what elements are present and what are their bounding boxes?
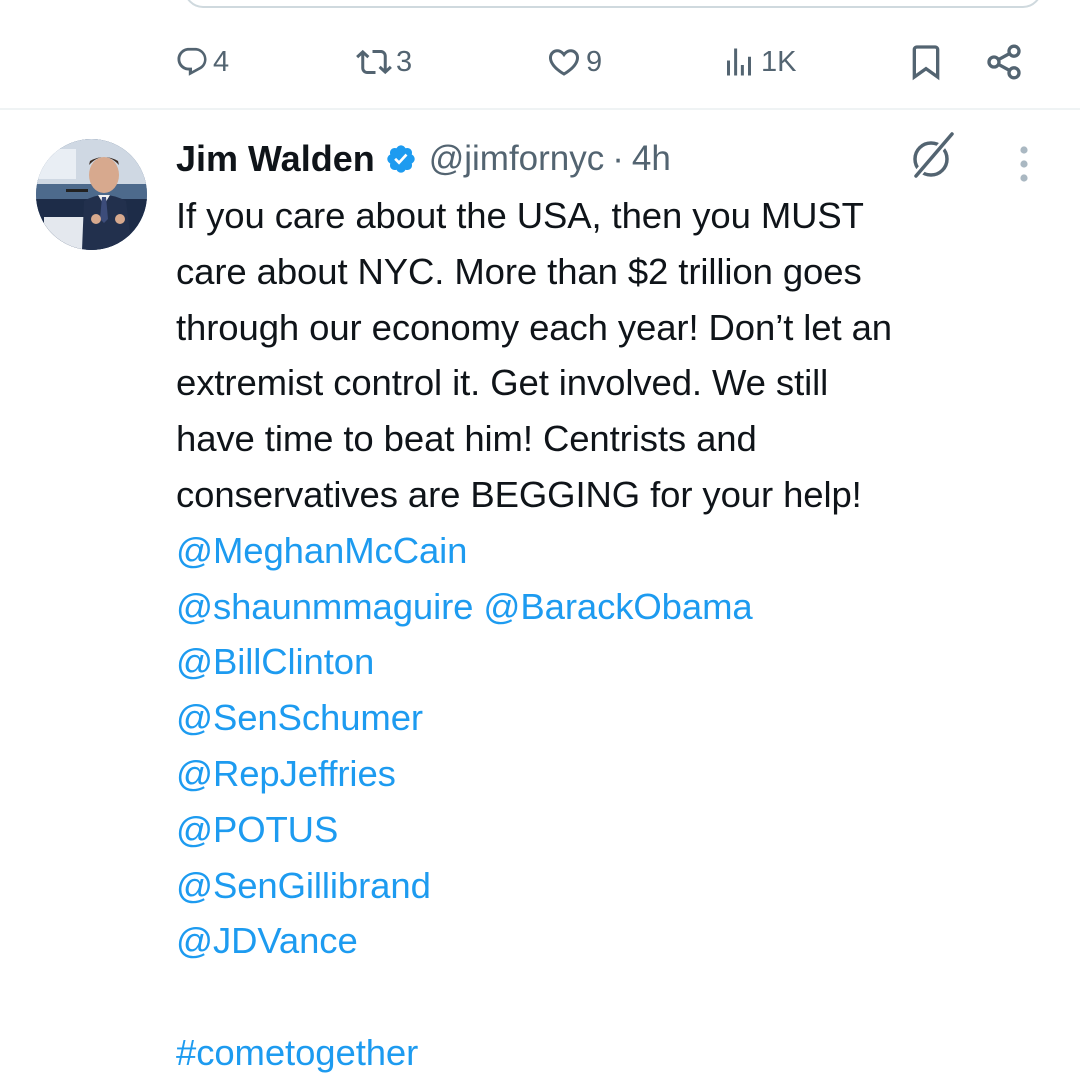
- tweet-text-line: extremist control it. Get involved. We s…: [176, 362, 829, 404]
- mention-link[interactable]: @POTUS: [176, 809, 338, 850]
- tweet-time[interactable]: 4h: [632, 139, 671, 179]
- mention-line: @MeghanMcCain: [176, 523, 1056, 579]
- heart-icon: [546, 44, 582, 80]
- reply-button[interactable]: 4: [175, 30, 229, 94]
- mention-line: @RepJeffries: [176, 746, 1056, 802]
- bookmark-button[interactable]: [906, 30, 946, 94]
- display-name[interactable]: Jim Walden: [176, 138, 375, 180]
- retweet-button[interactable]: 3: [356, 30, 412, 94]
- views-chart-icon: [721, 44, 757, 80]
- tweet-header: Jim Walden @jimfornyc · 4h: [176, 134, 671, 184]
- share-button[interactable]: [984, 30, 1024, 94]
- tweet-divider: [0, 108, 1080, 110]
- reply-bubble-icon: [175, 45, 209, 79]
- tweet-action-bar: 4 3 9 1K: [0, 30, 1080, 94]
- mention-link[interactable]: @SenSchumer: [176, 697, 423, 738]
- mention-link[interactable]: @BillClinton: [176, 641, 374, 682]
- mention-link[interactable]: @shaunmmaguire: [176, 586, 473, 627]
- views-button[interactable]: 1K: [721, 30, 796, 94]
- mention-line: @SenGillibrand: [176, 858, 1056, 914]
- view-count: 1K: [761, 45, 797, 78]
- like-count: 9: [586, 45, 603, 78]
- like-button[interactable]: 9: [546, 30, 602, 94]
- mention-link[interactable]: @JDVance: [176, 920, 358, 961]
- mention-link[interactable]: @RepJeffries: [176, 753, 396, 794]
- more-vertical-icon[interactable]: [1008, 142, 1040, 186]
- mention-line: @SenSchumer: [176, 690, 1056, 746]
- mention-line: @JDVance: [176, 913, 1056, 969]
- avatar[interactable]: [36, 139, 147, 250]
- reply-count: 4: [213, 45, 230, 78]
- user-handle[interactable]: @jimfornyc: [429, 139, 605, 179]
- retweet-icon: [356, 44, 392, 80]
- mention-line: @BillClinton: [176, 634, 1056, 690]
- tweet-text-line: have time to beat him! Centrists and: [176, 418, 757, 460]
- mention-link[interactable]: @MeghanMcCain: [176, 530, 467, 571]
- verified-badge-icon[interactable]: [385, 143, 417, 175]
- retweet-count: 3: [396, 45, 413, 78]
- hashtag-line: #cometogether: [176, 1025, 1056, 1080]
- header-separator: ·: [612, 139, 624, 178]
- tweet-text-line: through our economy each year! Don’t let…: [176, 306, 892, 348]
- mention-line: @shaunmmaguire @BarackObama: [176, 579, 1056, 635]
- tweet-text: If you care about the USA, then you MUST…: [176, 188, 1056, 1080]
- quoted-card-edge[interactable]: [184, 0, 1042, 8]
- share-icon: [984, 42, 1024, 82]
- hashtag-link[interactable]: #cometogether: [176, 1032, 418, 1073]
- mention-line: @POTUS: [176, 802, 1056, 858]
- tweet-text-line: care about NYC. More than $2 trillion go…: [176, 250, 862, 292]
- mention-link[interactable]: @SenGillibrand: [176, 865, 431, 906]
- mention-link[interactable]: @BarackObama: [483, 586, 752, 627]
- grok-icon[interactable]: [904, 128, 960, 184]
- tweet-text-line: If you care about the USA, then you MUST: [176, 195, 864, 236]
- tweet-text-line: conservatives are BEGGING for your help!: [176, 473, 862, 515]
- tweet-thread-view: 4 3 9 1K Jim Walden @jimfornyc · 4h If y…: [0, 0, 1080, 1080]
- bookmark-icon: [906, 42, 946, 82]
